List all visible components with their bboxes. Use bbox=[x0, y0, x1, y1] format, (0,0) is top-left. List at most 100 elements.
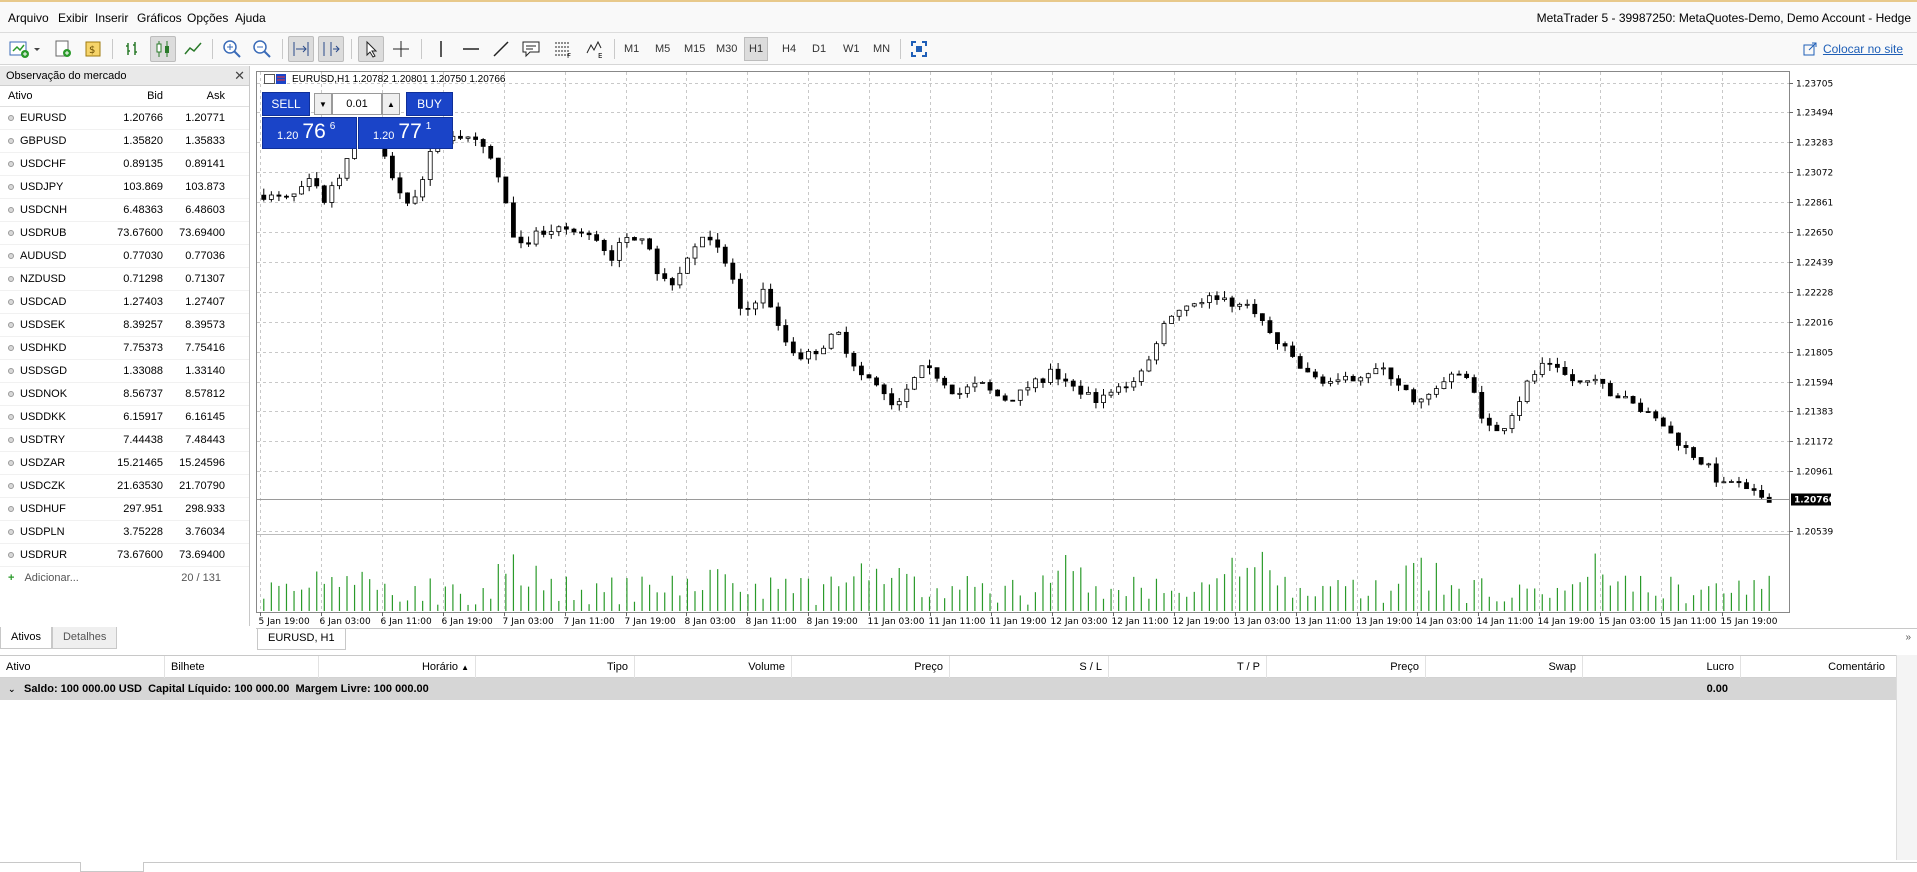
sell-price[interactable]: 1.20 76 6 bbox=[262, 117, 357, 149]
chart-area[interactable]: 1.23705 1.23494 1.23283 1.23072 1.22861 1.226… bbox=[256, 71, 1865, 628]
market-watch-row[interactable]: USDCNH 6.48363 6.48603 bbox=[0, 199, 249, 222]
market-watch-row[interactable]: USDRUB 73.67600 73.69400 bbox=[0, 222, 249, 245]
fullscreen-icon[interactable] bbox=[906, 36, 932, 62]
bar-chart-icon[interactable] bbox=[120, 36, 146, 62]
market-watch-row[interactable]: USDRUR 73.67600 73.69400 bbox=[0, 544, 249, 567]
menu-graficos[interactable]: Gráficos bbox=[137, 11, 182, 25]
vertical-line-icon[interactable] bbox=[428, 36, 454, 62]
lot-decrease-button[interactable]: ▼ bbox=[314, 93, 332, 115]
column-header-ask[interactable]: Ask bbox=[163, 90, 227, 102]
candle-body bbox=[828, 333, 834, 349]
candle-body bbox=[1078, 385, 1084, 395]
tab-ativos[interactable]: Ativos bbox=[0, 627, 52, 649]
candlestick-chart-icon[interactable] bbox=[150, 36, 176, 62]
symbol-status-icon bbox=[8, 161, 14, 167]
market-watch-row[interactable]: USDJPY 103.869 103.873 bbox=[0, 176, 249, 199]
new-chart-icon[interactable] bbox=[6, 36, 44, 62]
crosshair-icon[interactable] bbox=[388, 36, 414, 62]
zoom-in-icon[interactable] bbox=[219, 36, 245, 62]
timeframe-w1[interactable]: W1 bbox=[839, 37, 864, 61]
algo-trading-icon[interactable]: $ bbox=[80, 36, 106, 62]
column-volume[interactable]: Volume bbox=[635, 655, 792, 678]
menu-ajuda[interactable]: Ajuda bbox=[235, 11, 266, 25]
profiles-icon[interactable] bbox=[50, 36, 76, 62]
zoom-out-icon[interactable] bbox=[249, 36, 275, 62]
timeframe-m1[interactable]: M1 bbox=[620, 37, 643, 61]
column-bilhete[interactable]: Bilhete bbox=[165, 655, 319, 678]
symbol-status-icon bbox=[8, 552, 14, 558]
market-watch-row[interactable]: USDHUF 297.951 298.933 bbox=[0, 498, 249, 521]
market-watch-row[interactable]: USDHKD 7.75373 7.75416 bbox=[0, 337, 249, 360]
external-link-icon bbox=[1803, 42, 1817, 56]
lot-input[interactable]: 0.01 bbox=[332, 93, 382, 115]
market-watch-row[interactable]: USDTRY 7.44438 7.48443 bbox=[0, 429, 249, 452]
collapse-chevron-icon[interactable]: ⌄ bbox=[8, 684, 18, 695]
bid-value: 1.27403 bbox=[123, 296, 163, 308]
market-watch-row[interactable]: USDSGD 1.33088 1.33140 bbox=[0, 360, 249, 383]
fibonacci-icon[interactable]: F bbox=[550, 36, 576, 62]
column-ativo[interactable]: Ativo bbox=[0, 655, 165, 678]
elliott-wave-icon[interactable]: E bbox=[582, 36, 608, 62]
column-preco[interactable]: Preço bbox=[792, 655, 950, 678]
add-symbol-row[interactable]: + Adicionar... 20 / 131 bbox=[0, 567, 249, 589]
column-sl[interactable]: S / L bbox=[950, 655, 1109, 678]
timeframe-m15[interactable]: M15 bbox=[680, 37, 709, 61]
menu-exibir[interactable]: Exibir bbox=[58, 11, 88, 25]
double-chevron-right-icon[interactable]: » bbox=[1905, 632, 1911, 643]
column-horario[interactable]: Horário ▲ bbox=[319, 655, 476, 678]
balance-row[interactable]: ⌄ Saldo: 100 000.00 USD Capital Líquido:… bbox=[0, 678, 1917, 700]
column-tipo[interactable]: Tipo bbox=[476, 655, 635, 678]
menu-inserir[interactable]: Inserir bbox=[95, 11, 128, 25]
sell-button[interactable]: SELL bbox=[262, 92, 310, 116]
symbol-cell: USDHKD bbox=[0, 342, 105, 354]
menu-arquivo[interactable]: Arquivo bbox=[8, 11, 49, 25]
ask-value: 7.75416 bbox=[185, 342, 225, 354]
horizontal-line-icon[interactable] bbox=[458, 36, 484, 62]
market-watch-row[interactable]: USDCAD 1.27403 1.27407 bbox=[0, 291, 249, 314]
timeframe-h1[interactable]: H1 bbox=[744, 37, 769, 61]
colocar-no-site-link[interactable]: Colocar no site bbox=[1803, 42, 1903, 56]
column-swap[interactable]: Swap bbox=[1426, 655, 1583, 678]
price-tick-label: 1.21594 bbox=[1796, 379, 1833, 389]
market-watch-row[interactable]: USDPLN 3.75228 3.76034 bbox=[0, 521, 249, 544]
bid-value: 6.15917 bbox=[123, 411, 163, 423]
market-watch-row[interactable]: NZDUSD 0.71298 0.71307 bbox=[0, 268, 249, 291]
toolbox-scrollbar[interactable] bbox=[1896, 655, 1917, 860]
market-watch-row[interactable]: EURUSD 1.20766 1.20771 bbox=[0, 107, 249, 130]
market-watch-row[interactable]: GBPUSD 1.35820 1.35833 bbox=[0, 130, 249, 153]
timeframe-mn[interactable]: MN bbox=[869, 37, 894, 61]
column-preco-atual[interactable]: Preço bbox=[1267, 655, 1426, 678]
market-watch-row[interactable]: USDNOK 8.56737 8.57812 bbox=[0, 383, 249, 406]
toolbox-tab[interactable] bbox=[80, 862, 144, 872]
market-watch-row[interactable]: USDZAR 15.21465 15.24596 bbox=[0, 452, 249, 475]
tab-detalhes[interactable]: Detalhes bbox=[51, 627, 118, 649]
timeframe-m30[interactable]: M30 bbox=[712, 37, 741, 61]
column-header-bid[interactable]: Bid bbox=[105, 90, 163, 102]
column-comentario[interactable]: Comentário bbox=[1741, 656, 1891, 678]
buy-button[interactable]: BUY bbox=[406, 92, 453, 116]
chart-shift-icon[interactable] bbox=[318, 36, 344, 62]
cursor-icon[interactable] bbox=[358, 36, 384, 62]
timeframe-m5[interactable]: M5 bbox=[651, 37, 674, 61]
timeframe-h4[interactable]: H4 bbox=[778, 37, 800, 61]
lot-increase-button[interactable]: ▲ bbox=[382, 93, 400, 115]
market-watch-row[interactable]: USDCHF 0.89135 0.89141 bbox=[0, 153, 249, 176]
close-icon[interactable]: ✕ bbox=[234, 68, 245, 84]
triangle-up-icon: ▲ bbox=[387, 99, 395, 109]
column-tp[interactable]: T / P bbox=[1109, 655, 1267, 678]
market-watch-row[interactable]: AUDUSD 0.77030 0.77036 bbox=[0, 245, 249, 268]
text-label-icon[interactable] bbox=[518, 36, 544, 62]
column-header-ativo[interactable]: Ativo bbox=[0, 90, 105, 102]
column-lucro[interactable]: Lucro bbox=[1583, 655, 1741, 678]
buy-price[interactable]: 1.20 77 1 bbox=[358, 117, 453, 149]
line-chart-icon[interactable] bbox=[180, 36, 206, 62]
market-watch-row[interactable]: USDSEK 8.39257 8.39573 bbox=[0, 314, 249, 337]
auto-scroll-icon[interactable] bbox=[288, 36, 314, 62]
tab-eurusd-h1[interactable]: EURUSD, H1 bbox=[257, 629, 346, 650]
candlestick-chart[interactable]: 1.23705 1.23494 1.23283 1.23072 1.22861 1.226… bbox=[256, 71, 1865, 628]
menu-opcoes[interactable]: Opções bbox=[187, 11, 228, 25]
trendline-icon[interactable] bbox=[488, 36, 514, 62]
timeframe-d1[interactable]: D1 bbox=[808, 37, 830, 61]
market-watch-row[interactable]: USDDKK 6.15917 6.16145 bbox=[0, 406, 249, 429]
market-watch-row[interactable]: USDCZK 21.63530 21.70790 bbox=[0, 475, 249, 498]
